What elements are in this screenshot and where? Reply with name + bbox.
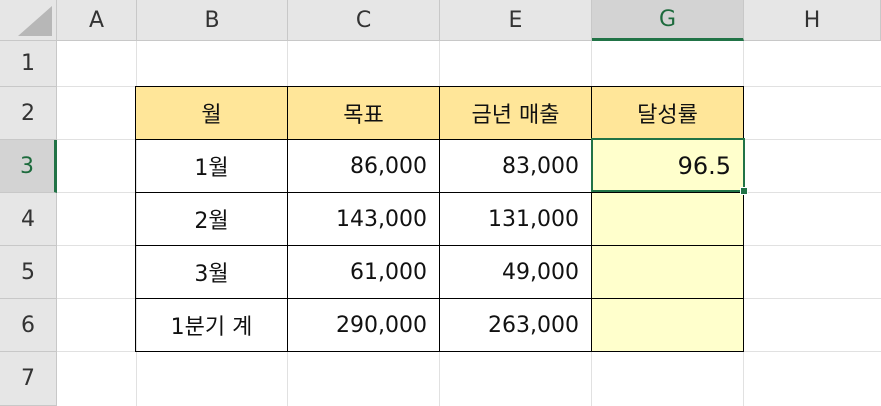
- header-cell-sales[interactable]: 금년 매출: [440, 87, 592, 140]
- cell-month[interactable]: 1월: [136, 140, 288, 193]
- cell-target[interactable]: 61,000: [288, 246, 440, 299]
- row-header-4[interactable]: 4: [0, 193, 57, 246]
- row-header-6[interactable]: 6: [0, 299, 57, 352]
- column-header-a[interactable]: A: [57, 0, 137, 41]
- column-header-e[interactable]: E: [440, 0, 592, 41]
- cell-sales[interactable]: 263,000: [440, 299, 592, 352]
- cell-rate[interactable]: [592, 193, 744, 246]
- row-header-3[interactable]: 3: [0, 140, 57, 193]
- header-cell-rate[interactable]: 달성률: [592, 87, 744, 140]
- cell-month[interactable]: 1분기 계: [136, 299, 288, 352]
- row-header-5[interactable]: 5: [0, 246, 57, 299]
- column-header-g[interactable]: G: [592, 0, 744, 41]
- cell-sales[interactable]: 131,000: [440, 193, 592, 246]
- cell-target[interactable]: 86,000: [288, 140, 440, 193]
- cell-rate[interactable]: 96.5: [592, 140, 744, 193]
- cell-month[interactable]: 3월: [136, 246, 288, 299]
- select-all-corner[interactable]: [0, 0, 57, 41]
- cell-month[interactable]: 2월: [136, 193, 288, 246]
- cell-target[interactable]: 290,000: [288, 299, 440, 352]
- column-header-b[interactable]: B: [137, 0, 288, 41]
- header-cell-month[interactable]: 월: [136, 87, 288, 140]
- fill-handle[interactable]: [740, 187, 748, 195]
- cell-rate[interactable]: [592, 246, 744, 299]
- column-header-c[interactable]: C: [288, 0, 440, 41]
- row-header-2[interactable]: 2: [0, 87, 57, 140]
- cell-sales[interactable]: 49,000: [440, 246, 592, 299]
- column-header-h[interactable]: H: [744, 0, 881, 41]
- cell-sales[interactable]: 83,000: [440, 140, 592, 193]
- header-cell-target[interactable]: 목표: [288, 87, 440, 140]
- cell-rate[interactable]: [592, 299, 744, 352]
- row-header-7[interactable]: 7: [0, 352, 57, 406]
- select-all-triangle-icon: [18, 6, 52, 36]
- row-header-1[interactable]: 1: [0, 41, 57, 87]
- spreadsheet-grid: A B C E G H 1 2 3 4 5 6 7 월 목표 금년 매출 달성률…: [0, 0, 881, 406]
- cell-target[interactable]: 143,000: [288, 193, 440, 246]
